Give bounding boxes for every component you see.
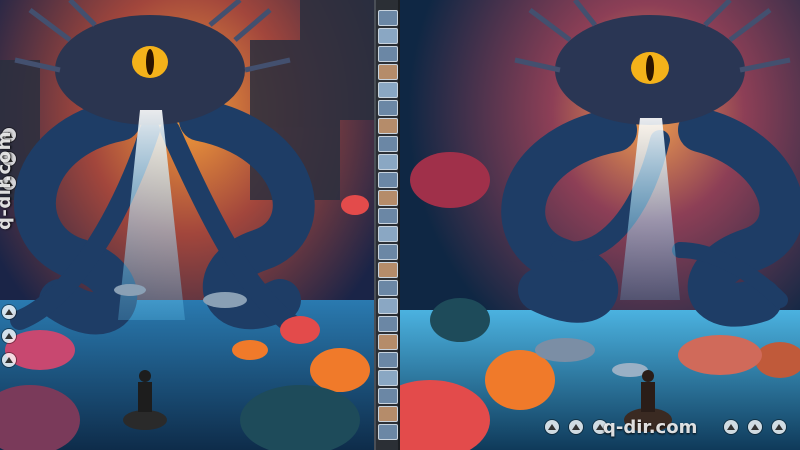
watermark-icon	[748, 420, 762, 434]
watermark-icon	[2, 329, 16, 343]
film-thumbnail[interactable]	[378, 118, 398, 134]
watermark-icon	[545, 420, 559, 434]
film-thumbnail[interactable]	[378, 226, 398, 242]
film-thumbnail[interactable]	[378, 136, 398, 152]
film-thumbnail[interactable]	[378, 172, 398, 188]
watermark-icon	[569, 420, 583, 434]
film-thumbnail[interactable]	[378, 334, 398, 350]
film-thumbnail[interactable]	[378, 262, 398, 278]
film-thumbnail[interactable]	[378, 388, 398, 404]
film-thumbnail[interactable]	[378, 370, 398, 386]
film-thumbnail[interactable]	[378, 82, 398, 98]
film-thumbnail[interactable]	[378, 352, 398, 368]
right-artwork-panel	[400, 0, 800, 450]
left-artwork	[0, 0, 374, 450]
right-artwork	[400, 0, 800, 450]
film-thumbnail[interactable]	[378, 64, 398, 80]
film-thumbnail[interactable]	[378, 298, 398, 314]
film-thumbnail[interactable]	[378, 10, 398, 26]
film-thumbnail[interactable]	[378, 316, 398, 332]
watermark-icon	[2, 305, 16, 319]
filmstrip	[374, 0, 400, 450]
film-thumbnail[interactable]	[378, 28, 398, 44]
film-thumbnail[interactable]	[378, 244, 398, 260]
watermark-text: q-dir.com	[603, 417, 698, 438]
watermark-icon	[772, 420, 786, 434]
film-thumbnail[interactable]	[378, 100, 398, 116]
film-thumbnail[interactable]	[378, 190, 398, 206]
watermark-icon	[2, 353, 16, 367]
left-artwork-panel: q-dir.com	[0, 0, 374, 450]
watermark-text-vertical: q-dir.com	[0, 131, 15, 230]
film-thumbnail[interactable]	[378, 46, 398, 62]
film-thumbnail[interactable]	[378, 406, 398, 422]
film-thumbnail[interactable]	[378, 424, 398, 440]
film-thumbnail[interactable]	[378, 208, 398, 224]
watermark-icon	[724, 420, 738, 434]
film-thumbnail[interactable]	[378, 154, 398, 170]
film-thumbnail[interactable]	[378, 280, 398, 296]
